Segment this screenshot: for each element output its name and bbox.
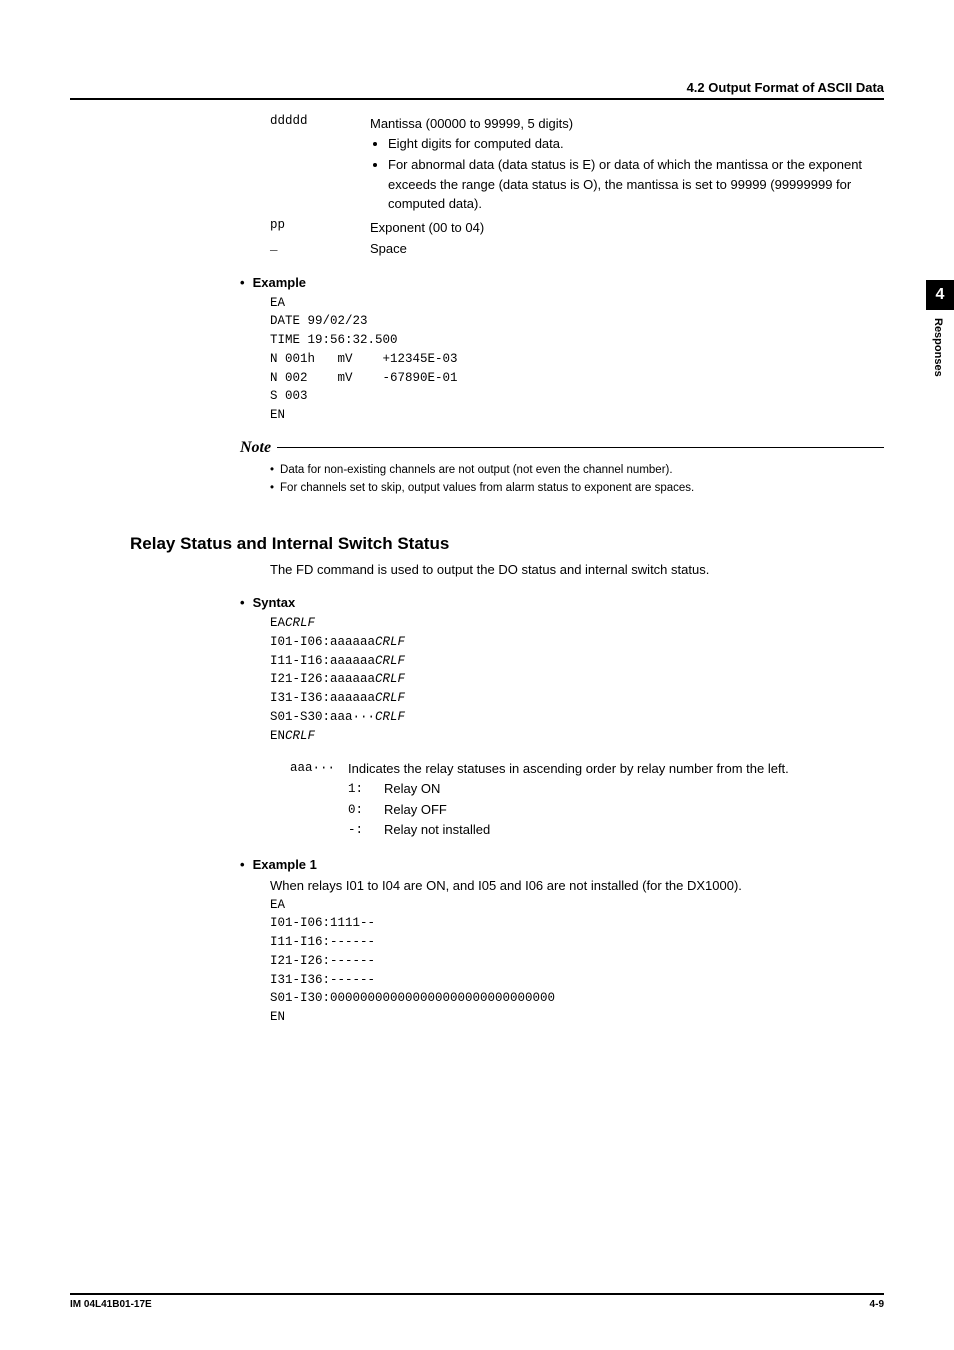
option-desc: Relay not installed bbox=[384, 820, 490, 841]
note-text: Data for non-existing channels are not o… bbox=[280, 464, 673, 476]
example1-heading-text: Example 1 bbox=[253, 857, 317, 872]
syntax-heading: •Syntax bbox=[240, 595, 884, 610]
chapter-number: 4 bbox=[926, 280, 954, 310]
code-line: N 002 mV -67890E-01 bbox=[270, 371, 458, 385]
def-bullet-1: Eight digits for computed data. bbox=[388, 134, 884, 154]
code-seg: I11-I16:aaaaaa bbox=[270, 654, 375, 668]
example1-intro: When relays I01 to I04 are ON, and I05 a… bbox=[270, 876, 884, 896]
option-code: -: bbox=[348, 820, 384, 841]
page-container: 4.2 Output Format of ASCII Data ddddd Ma… bbox=[0, 0, 954, 1350]
code-line: DATE 99/02/23 bbox=[270, 314, 368, 328]
def-main-desc: Mantissa (00000 to 99999, 5 digits) bbox=[370, 116, 573, 131]
def-desc: Exponent (00 to 04) bbox=[370, 218, 884, 238]
syntax-heading-text: Syntax bbox=[253, 595, 296, 610]
chapter-tab: 4 Responses bbox=[926, 280, 954, 377]
option-code: 1: bbox=[348, 779, 384, 800]
example-heading: •Example bbox=[240, 275, 884, 290]
relay-heading: Relay Status and Internal Switch Status bbox=[130, 534, 884, 554]
aaa-desc: Indicates the relay statuses in ascendin… bbox=[348, 759, 884, 779]
example1-heading: •Example 1 bbox=[240, 857, 884, 872]
def-space: _ Space bbox=[270, 239, 884, 259]
code-line: TIME 19:56:32.500 bbox=[270, 333, 398, 347]
option-code: 0: bbox=[348, 800, 384, 821]
relay-option: 1: Relay ON bbox=[348, 779, 884, 800]
syntax-code: EACRLF I01-I06:aaaaaaCRLF I11-I16:aaaaaa… bbox=[270, 614, 884, 745]
note-heading: Note bbox=[240, 439, 884, 457]
relay-option: -: Relay not installed bbox=[348, 820, 884, 841]
code-line: EA bbox=[270, 898, 285, 912]
note-text: For channels set to skip, output values … bbox=[280, 482, 694, 494]
def-desc: Space bbox=[370, 239, 884, 259]
code-seg: I01-I06:aaaaaa bbox=[270, 635, 375, 649]
code-seg: EN bbox=[270, 729, 285, 743]
example-heading-text: Example bbox=[253, 275, 306, 290]
aaa-description: aaa··· Indicates the relay statuses in a… bbox=[290, 759, 884, 779]
code-line: EN bbox=[270, 1010, 285, 1024]
code-seg: EA bbox=[270, 616, 285, 630]
def-pp: pp Exponent (00 to 04) bbox=[270, 218, 884, 238]
crlf: CRLF bbox=[375, 691, 405, 705]
code-seg: S01-S30:aaa··· bbox=[270, 710, 375, 724]
relay-intro: The FD command is used to output the DO … bbox=[270, 560, 884, 580]
example-code: EA DATE 99/02/23 TIME 19:56:32.500 N 001… bbox=[270, 294, 884, 425]
def-term: pp bbox=[270, 218, 370, 232]
relay-option: 0: Relay OFF bbox=[348, 800, 884, 821]
option-desc: Relay ON bbox=[384, 779, 440, 800]
code-line: I11-I16:------ bbox=[270, 935, 375, 949]
definition-list: ddddd Mantissa (00000 to 99999, 5 digits… bbox=[270, 114, 884, 259]
crlf: CRLF bbox=[375, 635, 405, 649]
section-header: 4.2 Output Format of ASCII Data bbox=[70, 80, 884, 100]
note-heading-text: Note bbox=[240, 439, 271, 457]
crlf: CRLF bbox=[285, 616, 315, 630]
def-term: _ bbox=[270, 239, 370, 253]
code-line: S01-I30:000000000000000000000000000000 bbox=[270, 991, 555, 1005]
code-seg: I21-I26:aaaaaa bbox=[270, 672, 375, 686]
option-desc: Relay OFF bbox=[384, 800, 447, 821]
code-line: I31-I36:------ bbox=[270, 973, 375, 987]
def-desc: Mantissa (00000 to 99999, 5 digits) Eigh… bbox=[370, 114, 884, 216]
crlf: CRLF bbox=[285, 729, 315, 743]
footer-page-number: 4-9 bbox=[870, 1299, 884, 1310]
code-line: I01-I06:1111-- bbox=[270, 916, 375, 930]
footer-doc-id: IM 04L41B01-17E bbox=[70, 1299, 152, 1310]
note-item: •For channels set to skip, output values… bbox=[270, 479, 884, 497]
example1-code: EA I01-I06:1111-- I11-I16:------ I21-I26… bbox=[270, 896, 884, 1027]
crlf: CRLF bbox=[375, 672, 405, 686]
code-line: EN bbox=[270, 408, 285, 422]
note-item: •Data for non-existing channels are not … bbox=[270, 461, 884, 479]
code-line: I21-I26:------ bbox=[270, 954, 375, 968]
def-ddddd: ddddd Mantissa (00000 to 99999, 5 digits… bbox=[270, 114, 884, 216]
crlf: CRLF bbox=[375, 654, 405, 668]
code-line: EA bbox=[270, 296, 285, 310]
code-line: S 003 bbox=[270, 389, 308, 403]
def-term: ddddd bbox=[270, 114, 370, 128]
code-line: N 001h mV +12345E-03 bbox=[270, 352, 458, 366]
aaa-code: aaa··· bbox=[290, 759, 348, 779]
note-heading-rule bbox=[277, 447, 884, 448]
def-bullets: Eight digits for computed data. For abno… bbox=[370, 134, 884, 214]
note-list: •Data for non-existing channels are not … bbox=[270, 461, 884, 498]
chapter-label: Responses bbox=[932, 318, 944, 377]
page-footer: IM 04L41B01-17E 4-9 bbox=[70, 1293, 884, 1310]
def-bullet-2: For abnormal data (data status is E) or … bbox=[388, 155, 884, 214]
crlf: CRLF bbox=[375, 710, 405, 724]
code-seg: I31-I36:aaaaaa bbox=[270, 691, 375, 705]
